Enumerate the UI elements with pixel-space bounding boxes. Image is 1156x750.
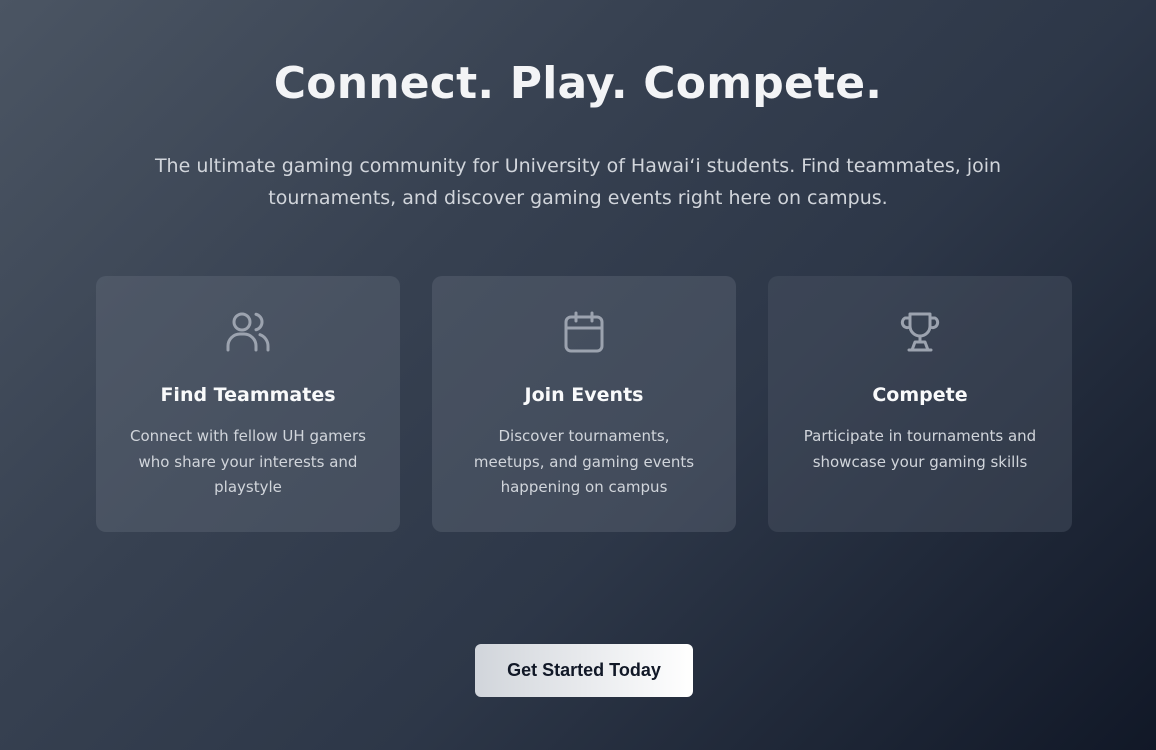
feature-description: Connect with fellow UH gamers who share … <box>129 427 366 496</box>
feature-title: Compete <box>872 384 968 406</box>
feature-title: Find Teammates <box>160 384 336 406</box>
feature-description: Discover tournaments, meetups, and gamin… <box>473 427 695 496</box>
feature-description: Participate in tournaments and showcase … <box>803 427 1037 471</box>
feature-card-join-events: Join Events Discover tournaments, meetup… <box>432 276 736 532</box>
feature-card-compete: Compete Participate in tournaments and s… <box>768 276 1072 532</box>
feature-cards: Find Teammates Connect with fellow UH ga… <box>96 276 1072 532</box>
calendar-icon <box>560 308 608 356</box>
hero-subtitle: The ultimate gaming community for Univer… <box>154 155 1002 209</box>
hero-section: Connect. Play. Compete. The ultimate gam… <box>0 0 1156 750</box>
hero-headline: Connect. Play. Compete. <box>273 58 883 109</box>
feature-title: Join Events <box>524 384 644 406</box>
get-started-button[interactable]: Get Started Today <box>475 644 693 697</box>
trophy-icon <box>896 308 944 356</box>
users-icon <box>224 308 272 356</box>
feature-card-find-teammates: Find Teammates Connect with fellow UH ga… <box>96 276 400 532</box>
